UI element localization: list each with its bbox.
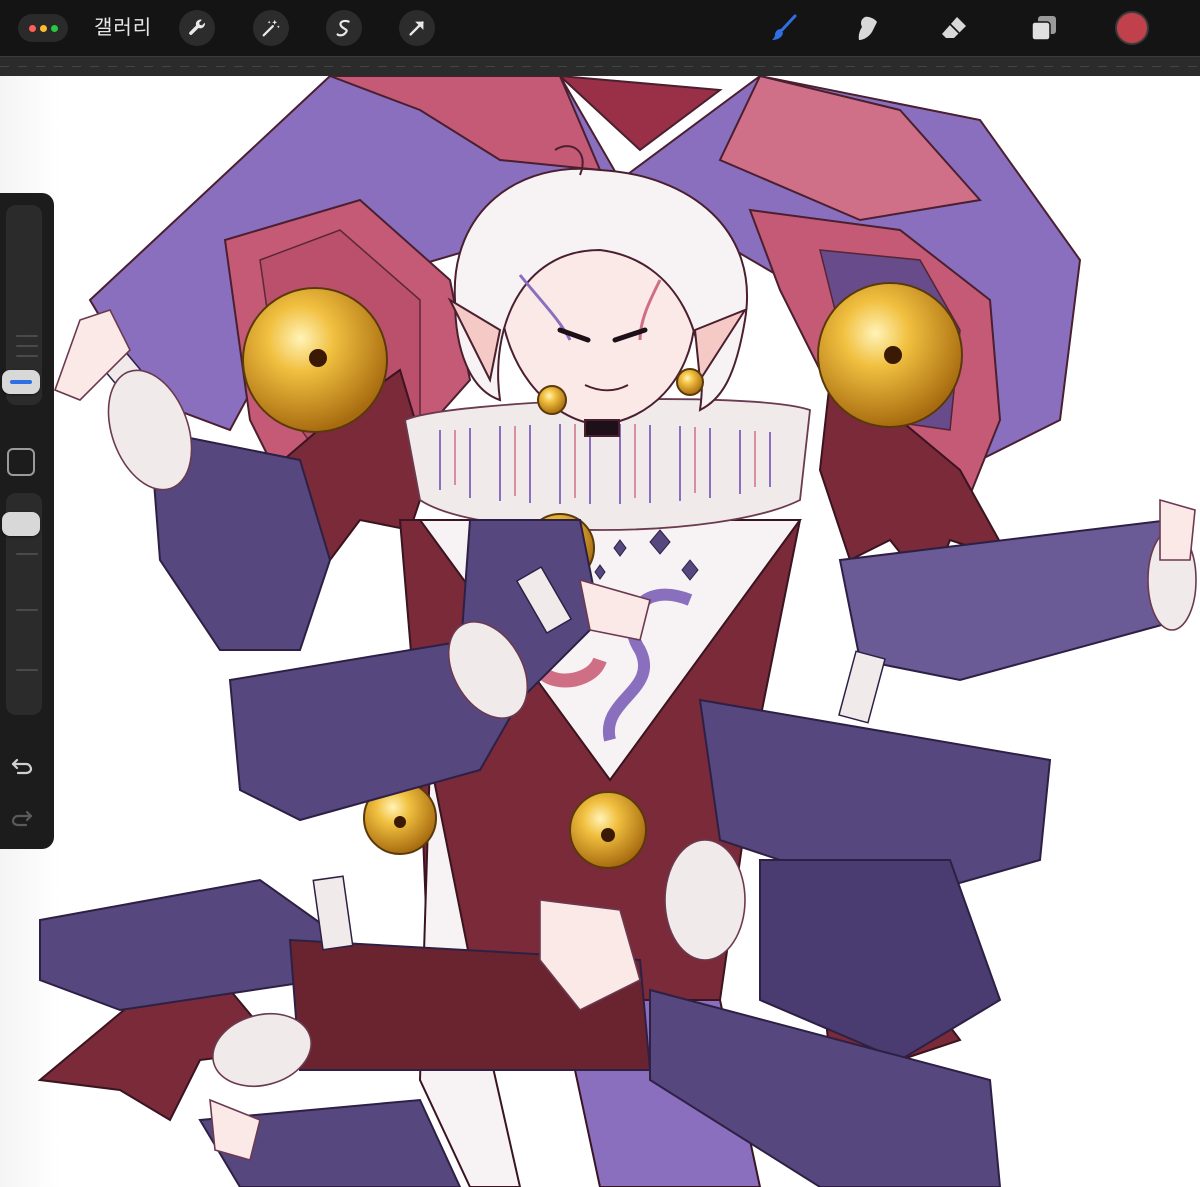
brush-button[interactable] (766, 10, 802, 46)
close-dot-icon (28, 24, 36, 32)
transform-button[interactable] (399, 10, 435, 46)
top-toolbar: 갤러리 (0, 0, 1200, 56)
undo-button[interactable] (5, 748, 39, 782)
brush-icon (772, 14, 797, 40)
redo-icon (11, 810, 33, 827)
procreate-app: 갤러리 (0, 0, 1200, 1187)
selection-button[interactable] (326, 10, 362, 46)
eraser-icon (942, 17, 966, 38)
drawing-canvas[interactable] (0, 76, 1200, 1187)
smudge-icon (858, 16, 877, 40)
color-picker-button[interactable] (1115, 11, 1149, 45)
jester-illustration (0, 76, 1200, 1187)
layers-button[interactable] (1026, 10, 1062, 46)
modify-button[interactable] (7, 448, 35, 476)
slider-tick (16, 553, 38, 555)
zoom-dot-icon (50, 24, 58, 32)
magic-wand-icon (262, 19, 280, 37)
slider-tick (16, 355, 38, 357)
opacity-handle[interactable] (2, 512, 40, 536)
brush-size-handle[interactable] (2, 370, 40, 394)
gallery-button[interactable]: 갤러리 (94, 14, 152, 42)
window-controls-button[interactable] (18, 14, 68, 42)
strip-pattern (0, 57, 1200, 77)
slider-tick (16, 335, 38, 337)
redo-button[interactable] (5, 800, 39, 834)
minimize-dot-icon (39, 24, 47, 32)
smudge-button[interactable] (850, 10, 886, 46)
left-sidebar (0, 193, 54, 849)
slider-tick (16, 345, 38, 347)
size-handle-indicator (10, 380, 32, 384)
arrow-cursor-icon (409, 21, 424, 36)
wrench-icon (189, 19, 205, 35)
undo-icon (11, 758, 33, 775)
eraser-button[interactable] (936, 10, 972, 46)
slider-tick (16, 609, 38, 611)
layers-icon (1031, 16, 1056, 41)
adjustments-button[interactable] (253, 10, 289, 46)
canvas-top-strip (0, 56, 1200, 77)
selection-s-icon (336, 19, 350, 37)
actions-button[interactable] (179, 10, 215, 46)
slider-tick (16, 669, 38, 671)
